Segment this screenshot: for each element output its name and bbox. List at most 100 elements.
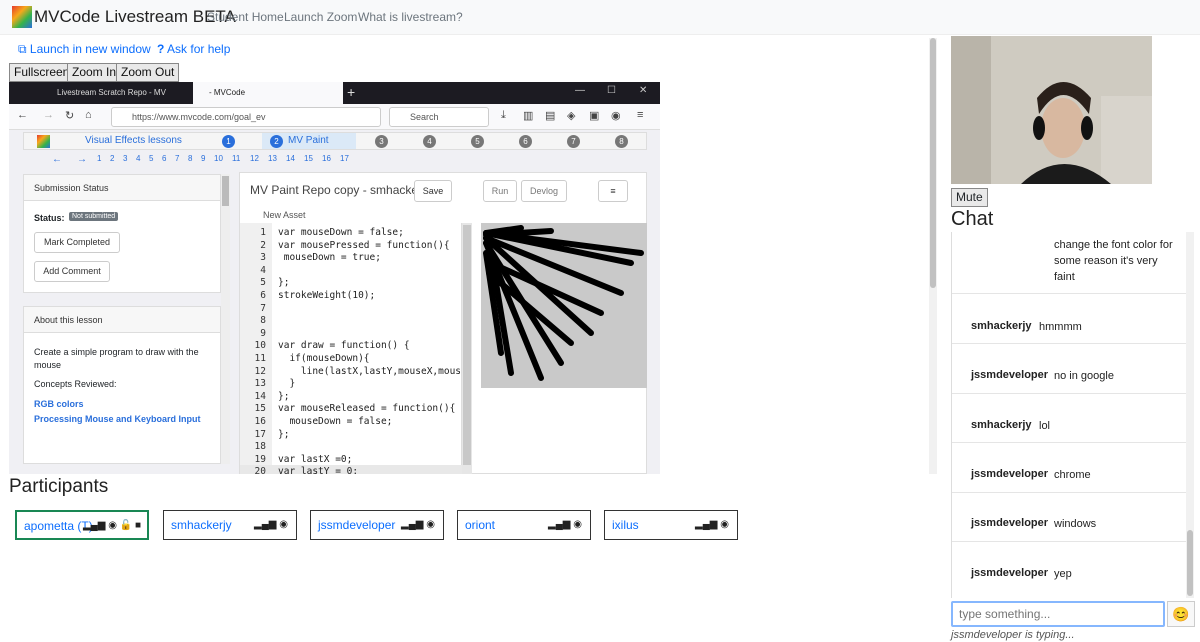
browser-search-field[interactable]: Search — [389, 107, 489, 127]
course-title[interactable]: Visual Effects lessons — [85, 135, 182, 146]
participant-card-oriont[interactable]: oriont ▂▄▆ ◉ — [457, 510, 591, 540]
prev-page-icon[interactable]: ← — [52, 154, 62, 165]
library-icon[interactable]: ▥ — [523, 109, 533, 122]
page-number-link[interactable]: 10 — [214, 154, 223, 163]
zoom-in-button[interactable]: Zoom In — [67, 63, 122, 82]
chat-input[interactable] — [951, 601, 1165, 627]
chat-title: Chat — [951, 208, 994, 230]
line-number: 14 — [254, 390, 266, 402]
reload-icon[interactable]: ↻ — [65, 109, 74, 122]
main-scrollbar[interactable] — [929, 38, 937, 474]
back-icon[interactable]: ← — [17, 109, 28, 121]
page-number-link[interactable]: 12 — [250, 154, 259, 163]
output-canvas[interactable] — [481, 223, 647, 388]
sidebar-icon[interactable]: ▤ — [545, 109, 555, 122]
page-number-link[interactable]: 3 — [123, 154, 127, 163]
code-text: var mouseDown = false; — [278, 227, 404, 238]
video-frame — [951, 36, 1152, 184]
participant-card-smhackerjy[interactable]: smhackerjy ▂▄▆ ◉ — [163, 510, 297, 540]
menu-icon[interactable]: ≡ — [637, 109, 643, 121]
devlog-button[interactable]: Devlog — [521, 180, 567, 202]
left-panel-scrollbar[interactable] — [221, 174, 230, 464]
page-number-link[interactable]: 11 — [232, 154, 240, 163]
save-button[interactable]: Save — [414, 180, 452, 202]
page-number-link[interactable]: 2 — [110, 154, 114, 163]
code-line: 20 var lastY = 0; — [240, 465, 462, 474]
brand-title[interactable]: MVCode Livestream BETA — [34, 7, 236, 27]
lesson-number[interactable]: 4 — [423, 135, 436, 148]
code-area[interactable]: 1 var mouseDown = false; 2 var mousePressed… — [240, 223, 462, 474]
code-text: var mouseReleased = function(){ — [278, 403, 456, 415]
page-number-link[interactable]: 1 — [97, 154, 101, 163]
fullscreen-button[interactable]: Fullscreen — [9, 63, 75, 82]
nav-student-home[interactable]: Student Home — [207, 10, 284, 24]
chat-message: change the font color for some reason it… — [952, 232, 1186, 294]
page-number-link[interactable]: 7 — [175, 154, 179, 163]
mvcode-logo[interactable] — [12, 6, 32, 28]
participant-card-apometta[interactable]: apometta (T) ▂▄▆ ◉ 🔓 ■ — [15, 510, 149, 540]
about-header: About this lesson — [24, 307, 220, 333]
top-navbar: MVCode Livestream BETA Student Home Laun… — [0, 0, 1200, 35]
page-number-link[interactable]: 5 — [149, 154, 153, 163]
browser-tab-mvcode[interactable]: - MVCode — [193, 82, 343, 104]
typing-indicator: jssmdeveloper is typing... — [951, 629, 1075, 641]
url-field[interactable]: https://www.mvcode.com/goal_ev — [111, 107, 381, 127]
line-number: 8 — [260, 315, 266, 327]
add-comment-button[interactable]: Add Comment — [34, 261, 110, 282]
zoom-out-button[interactable]: Zoom Out — [116, 63, 180, 82]
emoji-button[interactable]: 😊 — [1167, 601, 1195, 627]
participant-card-ixilus[interactable]: ixilus ▂▄▆ ◉ — [604, 510, 738, 540]
container-icon[interactable]: ▣ — [589, 109, 599, 122]
concept-link[interactable]: Processing Mouse and Keyboard Input — [34, 413, 214, 426]
code-scrollbar[interactable] — [462, 223, 472, 474]
forward-icon[interactable]: → — [43, 109, 54, 121]
page-number-link[interactable]: 16 — [322, 154, 331, 163]
page-number-link[interactable]: 15 — [304, 154, 313, 163]
lesson-number[interactable]: 6 — [519, 135, 532, 148]
participant-card-jssmdeveloper[interactable]: jssmdeveloper ▂▄▆ ◉ — [310, 510, 444, 540]
shared-screen[interactable]: Livestream Scratch Repo - MV - MVCode + … — [9, 82, 660, 474]
page-number-link[interactable]: 6 — [162, 154, 166, 163]
home-icon[interactable]: ⌂ — [85, 109, 92, 121]
chat-scrollbar[interactable] — [1186, 232, 1194, 598]
mute-button[interactable]: Mute — [951, 188, 988, 207]
page-number-link[interactable]: 8 — [188, 154, 192, 163]
page-number-link[interactable]: 4 — [136, 154, 140, 163]
ask-help-link[interactable]: ? Ask for help — [157, 42, 230, 56]
lesson-number[interactable]: 1 — [222, 135, 235, 148]
nav-what-is-livestream[interactable]: What is livestream? — [358, 10, 463, 24]
new-tab-icon[interactable]: + — [347, 84, 355, 100]
browser-tab-scratch[interactable]: Livestream Scratch Repo - MV — [41, 82, 187, 104]
concept-link[interactable]: RGB colors — [34, 399, 84, 409]
page-number-link[interactable]: 14 — [286, 154, 295, 163]
run-button[interactable]: Run — [483, 180, 517, 202]
new-asset-link[interactable]: New Asset — [263, 210, 306, 220]
line-number: 13 — [254, 378, 266, 390]
page-number-link[interactable]: 9 — [201, 154, 205, 163]
nav-launch-zoom[interactable]: Launch Zoom — [284, 10, 357, 24]
lesson-number[interactable]: 5 — [471, 135, 484, 148]
page-number-link[interactable]: 13 — [268, 154, 277, 163]
lesson-number[interactable]: 7 — [567, 135, 580, 148]
account-icon[interactable]: ◉ — [611, 109, 621, 122]
code-text: mouseDown = false; — [278, 416, 393, 427]
lesson-number[interactable]: 8 — [615, 135, 628, 148]
close-window-icon[interactable]: ✕ — [639, 85, 647, 96]
shield-icon[interactable]: ◈ — [567, 109, 575, 122]
minimize-icon[interactable]: — — [575, 85, 585, 96]
mark-completed-button[interactable]: Mark Completed — [34, 232, 120, 253]
current-lesson-title[interactable]: MV Paint — [288, 135, 329, 146]
maximize-icon[interactable]: ☐ — [607, 85, 616, 96]
line-number: 15 — [254, 403, 266, 415]
lesson-number[interactable]: 2 — [270, 135, 283, 148]
teacher-video — [951, 36, 1152, 184]
next-page-icon[interactable]: → — [77, 154, 87, 165]
lesson-number[interactable]: 3 — [375, 135, 388, 148]
browser-tab-bar: Livestream Scratch Repo - MV - MVCode + … — [9, 82, 660, 104]
editor-menu-button[interactable]: ≡ — [598, 180, 628, 202]
download-icon[interactable]: ⤓ — [501, 109, 506, 122]
chat-message: jssmdeveloper chrome — [952, 443, 1186, 493]
line-number: 6 — [260, 290, 266, 301]
launch-new-window-link[interactable]: ⧉ Launch in new window — [18, 42, 151, 57]
page-number-link[interactable]: 17 — [340, 154, 349, 163]
